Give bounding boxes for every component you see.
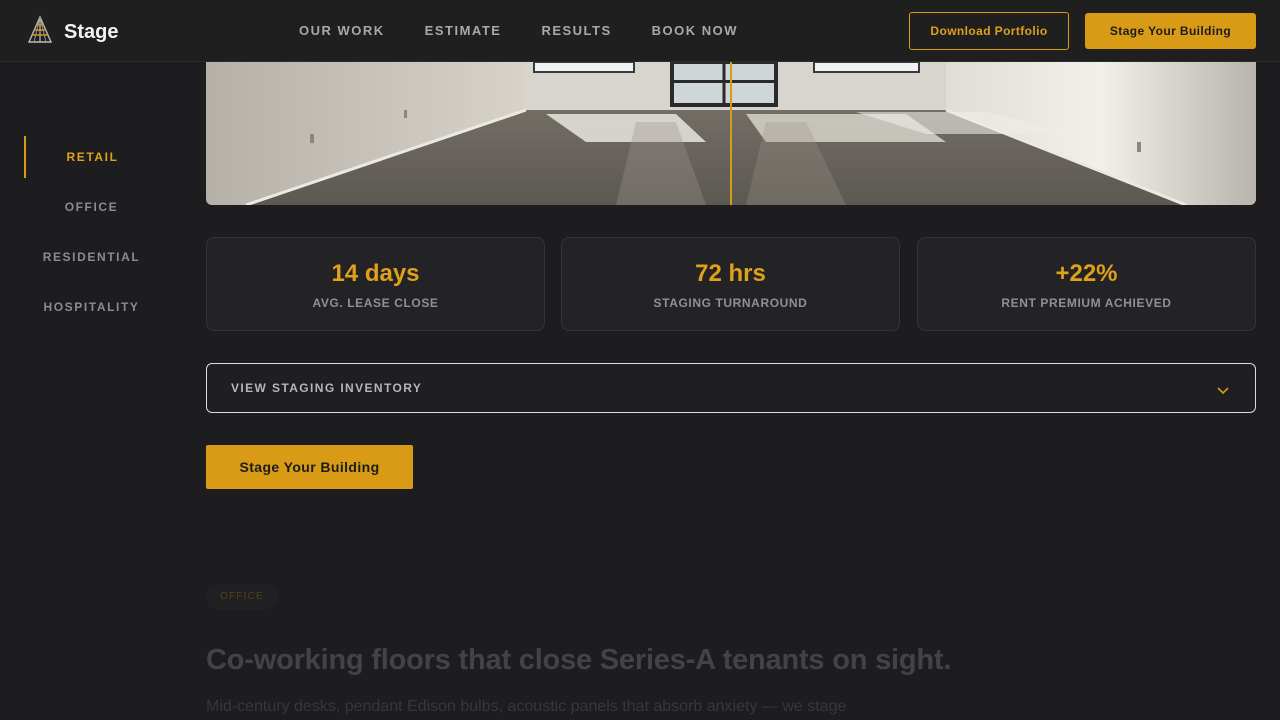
stat-card: 72 hrs STAGING TURNAROUND <box>561 237 900 331</box>
stat-card: +22% RENT PREMIUM ACHIEVED <box>917 237 1256 331</box>
brand-logo[interactable]: Stage <box>25 15 118 50</box>
stat-label: STAGING TURNAROUND <box>653 296 808 310</box>
section-title: Co-working floors that close Series-A te… <box>206 644 952 676</box>
stat-value: +22% <box>1055 260 1118 287</box>
stat-value: 72 hrs <box>695 260 766 287</box>
sidebar-item-retail[interactable]: RETAIL <box>24 136 159 178</box>
stage-building-button[interactable]: Stage Your Building <box>206 445 413 489</box>
category-sidebar: RETAIL OFFICE RESIDENTIAL HOSPITALITY <box>0 62 185 720</box>
accordion-label: VIEW STAGING INVENTORY <box>231 381 423 395</box>
nav-book-now[interactable]: BOOK NOW <box>652 23 738 38</box>
stat-label: RENT PREMIUM ACHIEVED <box>1001 296 1172 310</box>
stat-card: 14 days AVG. LEASE CLOSE <box>206 237 545 331</box>
staging-inventory-accordion[interactable]: VIEW STAGING INVENTORY <box>206 363 1256 413</box>
comparison-divider-handle[interactable] <box>730 62 732 205</box>
top-header: Stage OUR WORK ESTIMATE RESULTS BOOK NOW… <box>0 0 1280 62</box>
stat-value: 14 days <box>331 260 420 287</box>
nav-our-work[interactable]: OUR WORK <box>299 23 385 38</box>
header-stage-building-button[interactable]: Stage Your Building <box>1085 13 1256 49</box>
sidebar-item-residential[interactable]: RESIDENTIAL <box>24 236 159 278</box>
main-nav: OUR WORK ESTIMATE RESULTS BOOK NOW <box>299 23 778 38</box>
section-tag: OFFICE <box>206 584 278 609</box>
stat-label: AVG. LEASE CLOSE <box>312 296 439 310</box>
nav-estimate[interactable]: ESTIMATE <box>425 23 502 38</box>
brand-name: Stage <box>64 21 119 43</box>
sidebar-item-office[interactable]: OFFICE <box>24 186 159 228</box>
tower-logo-icon <box>25 15 55 50</box>
download-portfolio-button[interactable]: Download Portfolio <box>909 12 1069 50</box>
section-body: Mid-century desks, pendant Edison bulbs,… <box>206 698 847 715</box>
sidebar-item-hospitality[interactable]: HOSPITALITY <box>24 286 159 328</box>
before-after-image[interactable] <box>206 62 1256 205</box>
chevron-down-icon <box>1217 383 1229 395</box>
nav-results[interactable]: RESULTS <box>541 23 611 38</box>
